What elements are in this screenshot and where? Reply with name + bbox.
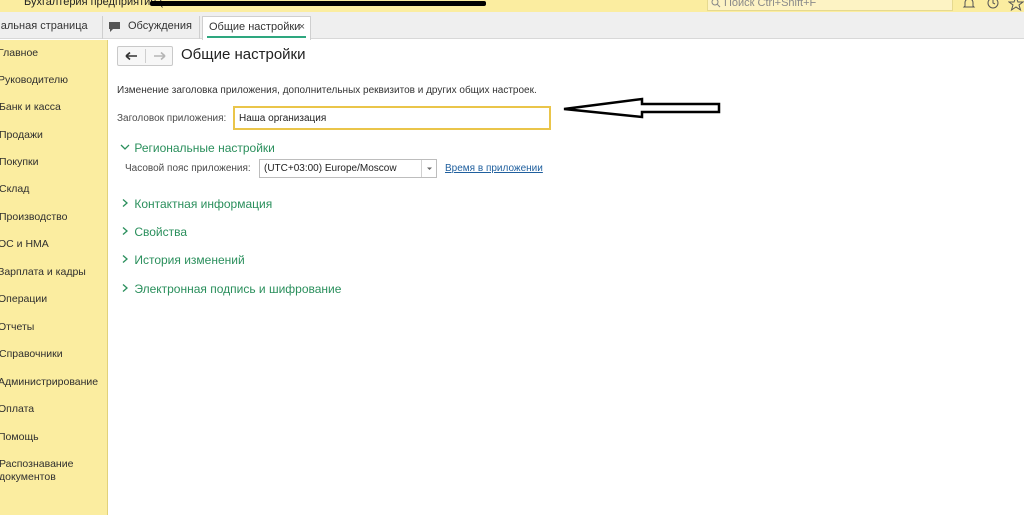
app-time-link[interactable]: Время в приложении xyxy=(445,163,543,174)
chevron-right-icon xyxy=(122,199,128,207)
redacted-text xyxy=(150,1,486,6)
sidebar-item-manager[interactable]: Руководителю xyxy=(0,74,104,87)
section-regional-settings[interactable]: Региональные настройки xyxy=(119,141,275,155)
section-label: Электронная подпись и шифрование xyxy=(134,282,342,296)
section-label: История изменений xyxy=(134,253,245,267)
sidebar-item-purchases[interactable]: Покупки xyxy=(0,156,105,169)
sidebar-item-main[interactable]: Главное xyxy=(0,47,104,60)
chat-icon xyxy=(109,22,120,32)
tab-label: чальная страница xyxy=(0,20,88,32)
chevron-right-icon xyxy=(122,255,128,263)
tab-bar: чальная страница Обсуждения Общие настро… xyxy=(0,12,1024,40)
forward-button[interactable] xyxy=(146,47,173,65)
arrow-right-icon xyxy=(154,51,166,61)
global-search-input[interactable]: Поиск Ctrl+Shift+F xyxy=(707,0,953,11)
chevron-right-icon xyxy=(122,284,128,292)
sidebar-item-payment[interactable]: Оплата xyxy=(0,403,104,416)
section-properties[interactable]: Свойства xyxy=(119,225,187,239)
chevron-down-icon xyxy=(427,167,432,170)
sidebar-item-sales[interactable]: Продажи xyxy=(0,129,105,142)
sidebar-item-directories[interactable]: Справочники xyxy=(0,348,105,361)
app-title: Бухгалтерия предприятия ( xyxy=(24,0,163,8)
section-label: Свойства xyxy=(134,225,188,239)
section-change-history[interactable]: История изменений xyxy=(119,253,245,267)
title-bar: Бухгалтерия предприятия ( Поиск Ctrl+Shi… xyxy=(0,0,1024,12)
chevron-down-icon xyxy=(120,144,130,150)
section-label: Региональные настройки xyxy=(134,141,275,155)
sidebar-item-reports[interactable]: Отчеты xyxy=(0,321,104,334)
arrow-left-icon xyxy=(125,51,137,61)
sidebar-item-assets[interactable]: ОС и НМА xyxy=(0,238,104,251)
sidebar-item-payroll[interactable]: Зарплата и кадры xyxy=(0,266,104,279)
bell-icon[interactable] xyxy=(961,0,977,12)
sidebar-item-operations[interactable]: Операции xyxy=(0,293,104,306)
page-title: Общие настройки xyxy=(181,46,306,63)
timezone-value: (UTC+03:00) Europe/Moscow xyxy=(264,163,397,174)
search-placeholder: Поиск Ctrl+Shift+F xyxy=(724,0,817,9)
section-contact-info[interactable]: Контактная информация xyxy=(119,197,272,211)
nav-buttons xyxy=(117,46,173,66)
sidebar-item-warehouse[interactable]: Склад xyxy=(0,183,105,196)
section-digital-signature[interactable]: Электронная подпись и шифрование xyxy=(119,282,341,296)
tab-home[interactable]: чальная страница xyxy=(0,16,103,39)
timezone-select[interactable]: (UTC+03:00) Europe/Moscow xyxy=(259,159,437,178)
sidebar-item-help[interactable]: Помощь xyxy=(0,431,104,444)
close-icon[interactable]: × xyxy=(299,17,305,38)
page-description: Изменение заголовка приложения, дополнит… xyxy=(117,85,537,96)
sidebar-item-bank[interactable]: Банк и касса xyxy=(0,101,105,114)
sidebar: Главное Руководителю Банк и касса Продаж… xyxy=(0,40,108,515)
tab-label: Общие настройки xyxy=(209,21,301,33)
timezone-label: Часовой пояс приложения: xyxy=(125,163,251,174)
search-icon xyxy=(711,0,721,8)
app-title-input[interactable] xyxy=(233,106,551,130)
sidebar-item-administration[interactable]: Администрирование xyxy=(0,376,104,389)
history-icon[interactable] xyxy=(985,0,1001,12)
active-tab-indicator xyxy=(207,36,306,38)
dropdown-button[interactable] xyxy=(421,160,436,177)
tab-label: Обсуждения xyxy=(128,20,192,32)
star-icon[interactable] xyxy=(1008,0,1024,12)
sidebar-item-recognition[interactable]: Распознавание документов xyxy=(0,458,99,484)
section-label: Контактная информация xyxy=(134,197,273,211)
chevron-right-icon xyxy=(122,227,128,235)
annotation-arrow-icon xyxy=(563,97,721,119)
tab-general-settings[interactable]: Общие настройки × xyxy=(202,16,311,40)
back-button[interactable] xyxy=(118,47,145,65)
app-title-label: Заголовок приложения: xyxy=(117,113,227,124)
sidebar-item-production[interactable]: Производство xyxy=(0,211,105,224)
tab-discussions[interactable]: Обсуждения xyxy=(104,16,200,39)
